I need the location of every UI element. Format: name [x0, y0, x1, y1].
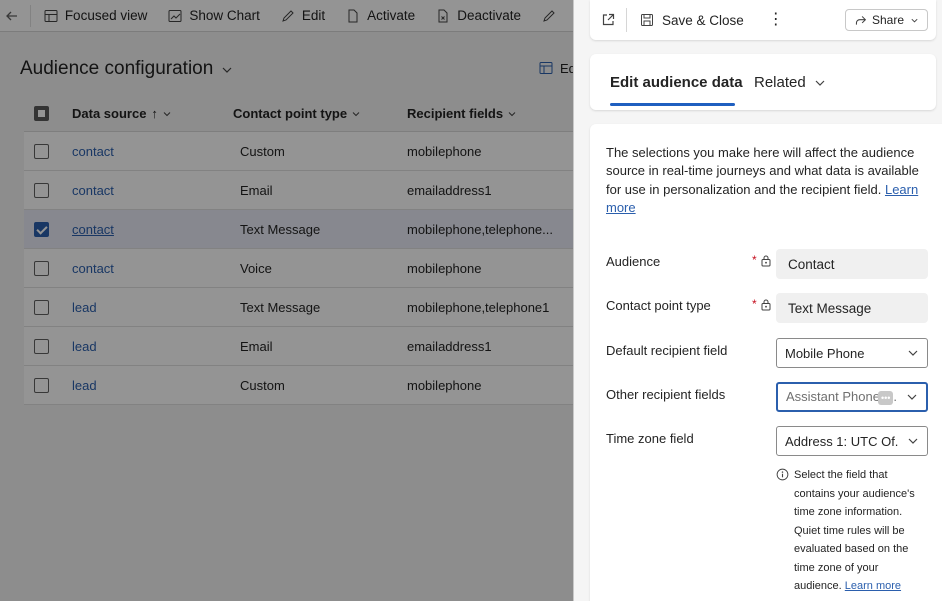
overflow-dot: . [893, 389, 898, 405]
audience-form: The selections you make here will affect… [590, 124, 942, 601]
default-recipient-field-dropdown[interactable]: Mobile Phone [776, 338, 928, 368]
intro-description: The selections you make here will affect… [606, 145, 919, 197]
time-zone-help-description: Select the field that contains your audi… [794, 469, 915, 592]
more-commands-button[interactable]: ⋮ [768, 12, 784, 28]
save-and-close-label: Save & Close [662, 12, 744, 28]
open-in-new-window-button[interactable] [590, 12, 626, 28]
tab-edit-audience-data[interactable]: Edit audience data [610, 74, 743, 91]
lock-icon [761, 299, 771, 311]
other-recipient-fields-dropdown[interactable]: Assistant Phone•••. [776, 382, 928, 412]
chevron-down-icon [815, 80, 825, 86]
default-recipient-field-label: Default recipient field [606, 343, 728, 358]
chevron-down-icon [907, 394, 917, 400]
audience-field: Contact [776, 249, 928, 279]
panel-command-bar: Save & Close ⋮ Share [590, 0, 936, 40]
contact-point-type-field: Text Message [776, 293, 928, 323]
main-page: Focused view Show Chart Edit Activate De… [0, 0, 573, 601]
edit-audience-panel: Save & Close ⋮ Share Edit audience data … [573, 0, 942, 601]
share-label: Share [871, 13, 904, 27]
panel-tabs: Edit audience data Related [590, 54, 936, 110]
share-icon [855, 15, 867, 25]
share-button[interactable]: Share [844, 9, 928, 31]
required-asterisk: * [752, 297, 757, 311]
other-recipient-fields-label: Other recipient fields [606, 387, 726, 402]
command-separator [626, 8, 627, 32]
open-in-new-window-icon [602, 13, 615, 26]
audience-label: Audience [606, 254, 661, 269]
time-zone-field-dropdown[interactable]: Address 1: UTC Of... [776, 426, 928, 456]
time-zone-learn-more-link[interactable]: Learn more [845, 580, 901, 592]
tab-related-label: Related [754, 74, 806, 91]
chevron-down-icon [908, 438, 918, 444]
time-zone-field-value: Address 1: UTC Of... [785, 433, 899, 449]
time-zone-field-label: Time zone field [606, 431, 694, 446]
save-icon [641, 14, 653, 26]
contact-point-type-label: Contact point type [606, 298, 711, 313]
modal-overlay[interactable] [0, 0, 573, 601]
required-asterisk: * [752, 253, 757, 267]
default-recipient-field-value: Mobile Phone [785, 345, 865, 361]
active-tab-indicator [610, 103, 735, 106]
more-selections-pill[interactable]: ••• [877, 390, 894, 405]
tab-related[interactable]: Related [754, 74, 826, 91]
lock-icon [761, 255, 771, 267]
info-icon [776, 468, 789, 481]
intro-text: The selections you make here will affect… [606, 144, 926, 218]
chevron-down-icon [911, 18, 918, 22]
other-recipient-fields-value: Assistant Phone [786, 389, 880, 405]
time-zone-help-text: Select the field that contains your audi… [794, 466, 926, 596]
chevron-down-icon [908, 350, 918, 356]
save-and-close-button[interactable]: Save & Close [639, 12, 744, 28]
